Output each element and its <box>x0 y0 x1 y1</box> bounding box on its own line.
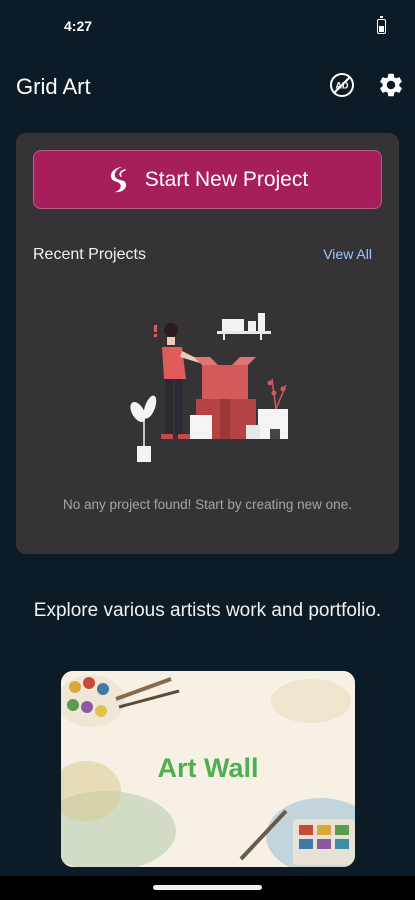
no-ads-button[interactable]: AD <box>328 71 356 99</box>
home-handle[interactable] <box>153 885 262 890</box>
app-title: Grid Art <box>16 74 91 99</box>
no-ads-label: AD <box>336 81 349 91</box>
status-bar: 4:27 <box>0 0 415 52</box>
explore-text: Explore various artists work and portfol… <box>33 600 382 621</box>
gesture-nav-bar <box>0 876 415 900</box>
gear-icon <box>380 73 402 97</box>
status-time: 4:27 <box>64 18 93 34</box>
app-bar: Grid Art AD <box>0 60 415 112</box>
watercolor-tray <box>293 819 355 865</box>
project-card: Start New Project Recent Projects View A… <box>16 133 399 554</box>
no-ads-icon: AD <box>330 73 354 97</box>
art-wall-card[interactable]: Art Wall <box>61 671 355 867</box>
view-all-link[interactable]: View All <box>323 246 372 262</box>
settings-button[interactable] <box>377 71 405 99</box>
battery-icon <box>377 16 386 34</box>
art-wall-title: Art Wall <box>157 753 259 783</box>
start-new-project-button[interactable]: Start New Project <box>33 150 382 209</box>
empty-boxes-illustration <box>130 313 288 462</box>
brush-logo-icon <box>110 166 126 192</box>
empty-state-message: No any project found! Start by creating … <box>63 497 352 512</box>
start-new-project-label: Start New Project <box>144 167 309 191</box>
recent-projects-title: Recent Projects <box>33 246 146 263</box>
